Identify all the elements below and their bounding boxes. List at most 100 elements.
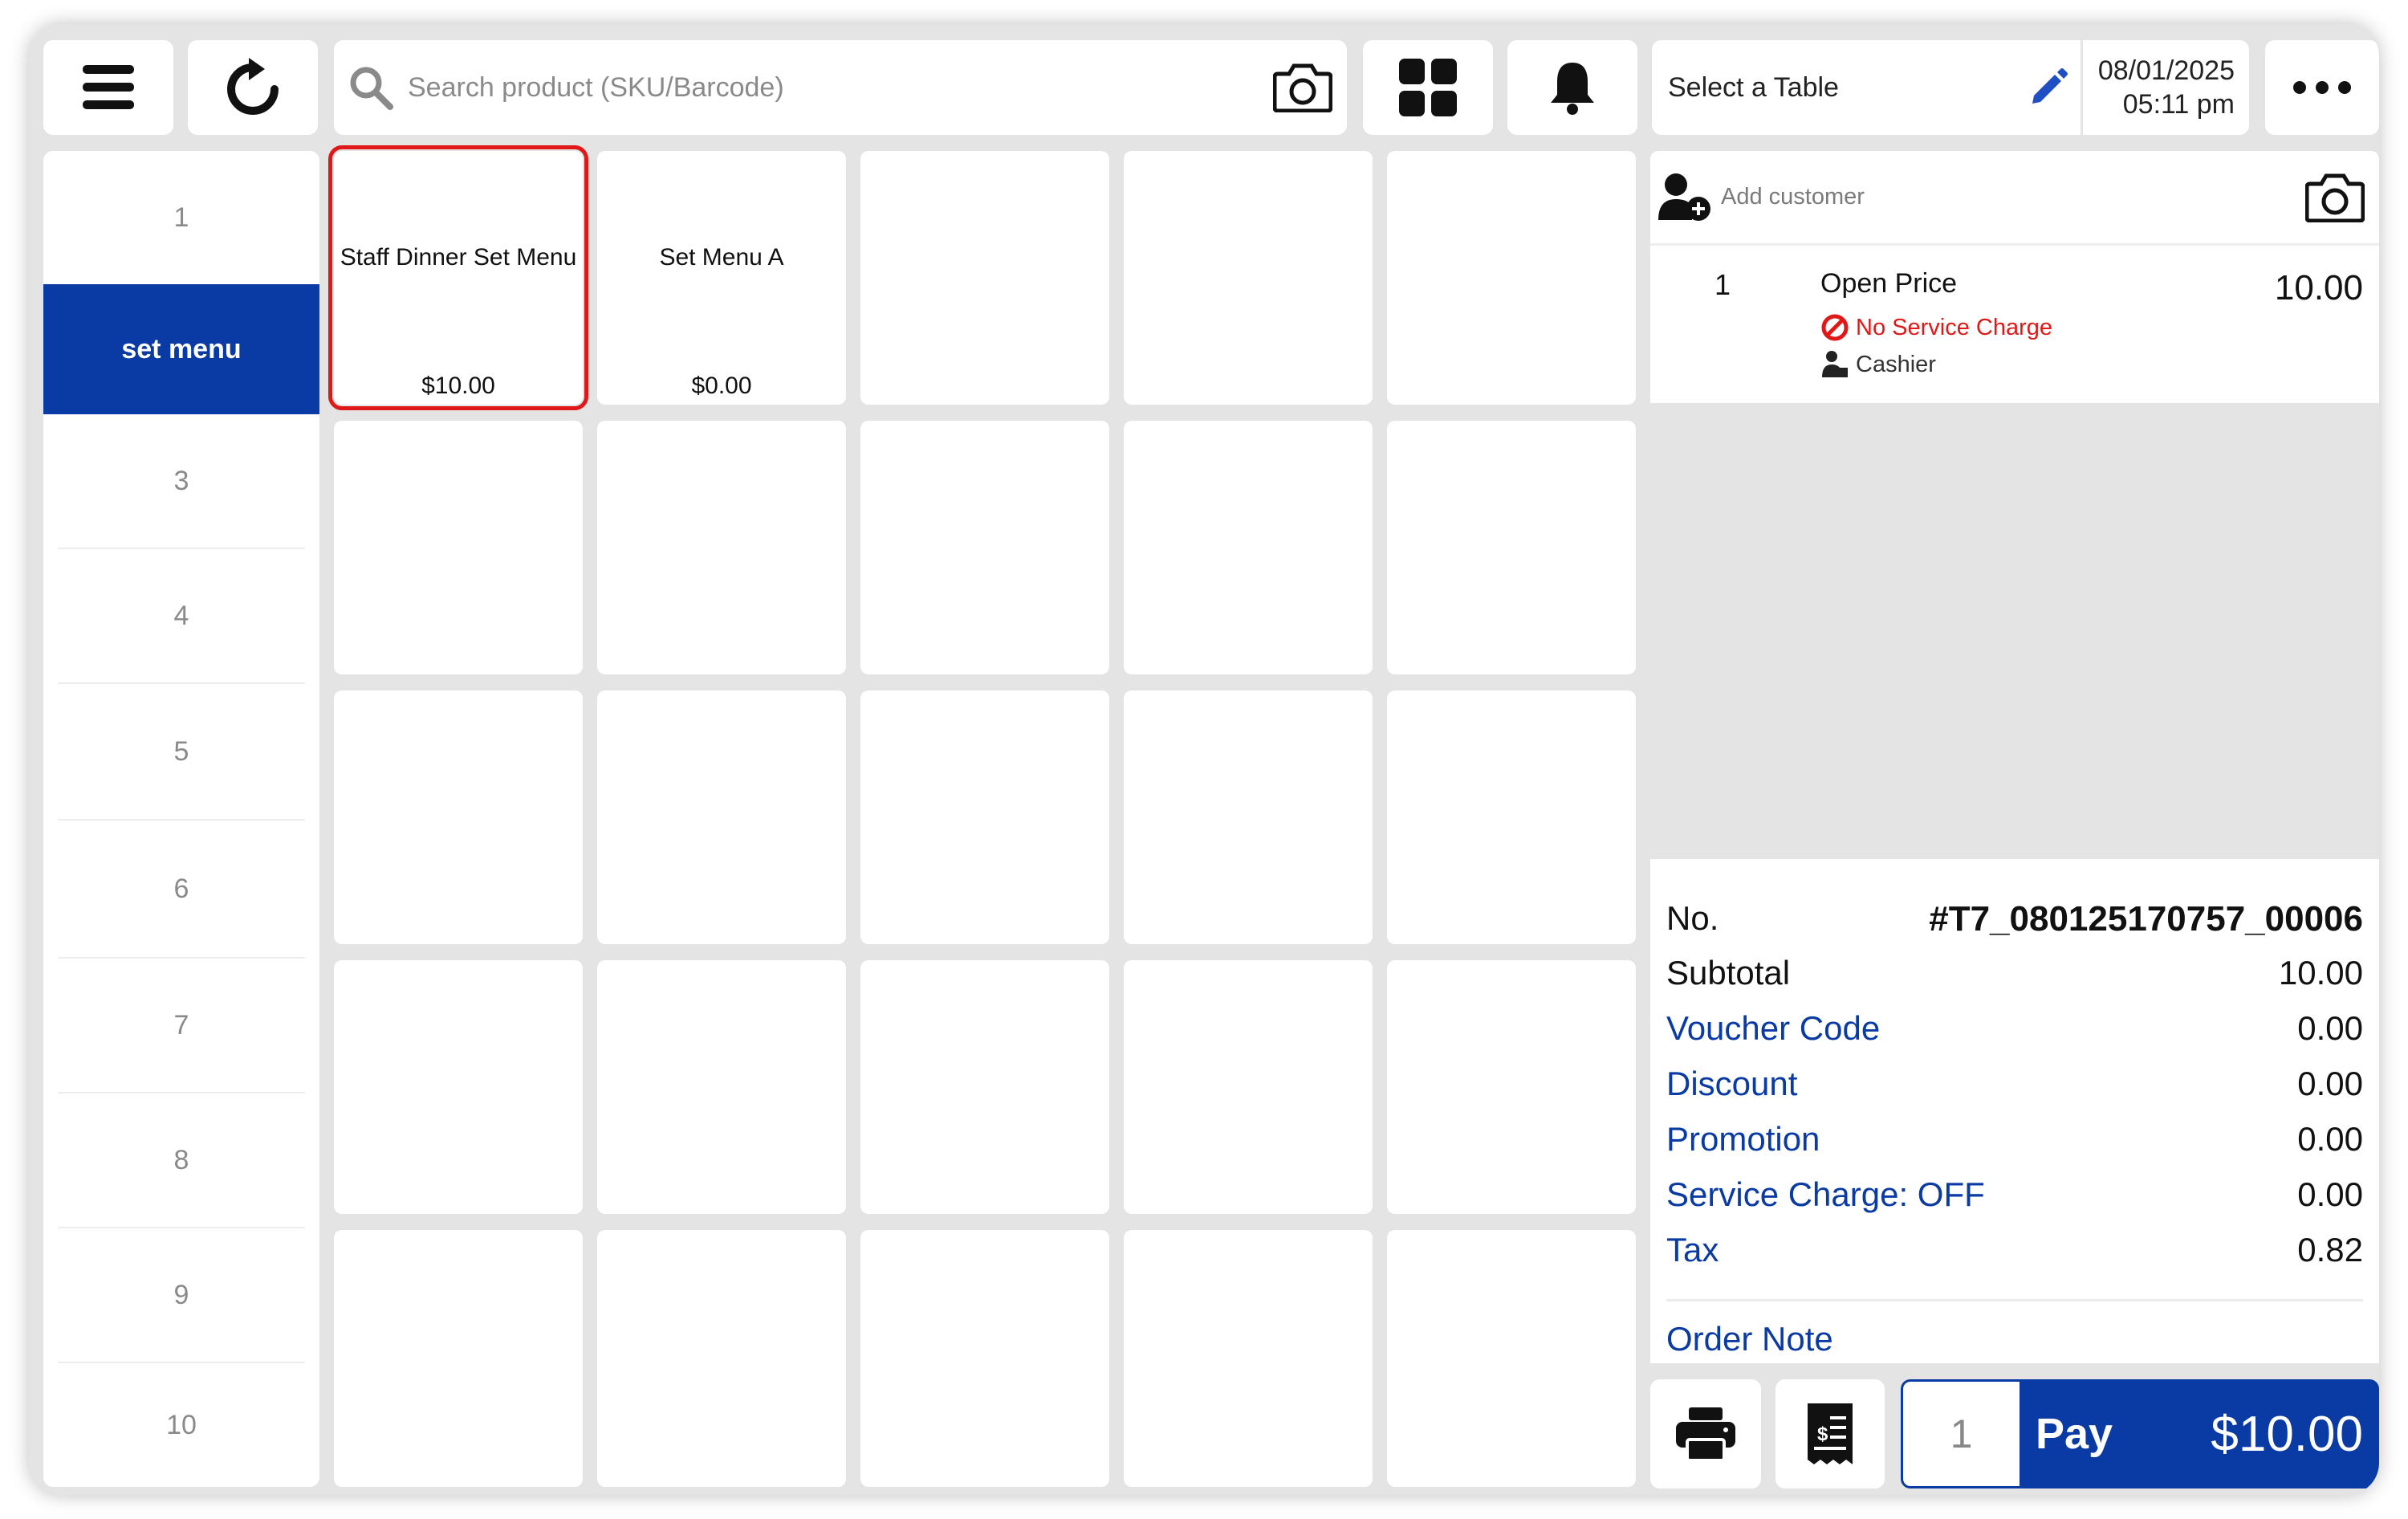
empty-tile[interactable]	[1387, 960, 1636, 1214]
product-price: $10.00	[421, 373, 495, 399]
voucher-row[interactable]: Voucher Code 0.00	[1666, 1009, 2363, 1048]
customer-scan-button[interactable]	[2305, 173, 2365, 222]
category-item[interactable]: 3	[43, 414, 319, 548]
pos-window: Search product (SKU/Barcode) Select a Ta…	[29, 24, 2379, 1495]
category-item[interactable]: 9	[43, 1228, 319, 1362]
empty-tile[interactable]	[860, 1230, 1109, 1487]
service-charge-link[interactable]: Service Charge: OFF	[1666, 1175, 1985, 1214]
order-note-row[interactable]: Order Note	[1666, 1320, 2363, 1358]
product-tile[interactable]: Staff Dinner Set Menu $10.00	[328, 145, 588, 410]
empty-tile[interactable]	[1124, 1230, 1373, 1487]
subtotal-label: Subtotal	[1666, 954, 1791, 992]
grid-icon	[1399, 59, 1457, 116]
cart-item-staff: Cashier	[1820, 350, 1936, 379]
bill-button[interactable]: $	[1775, 1379, 1885, 1488]
voucher-code-link[interactable]: Voucher Code	[1666, 1009, 1880, 1048]
category-item[interactable]: 7	[43, 959, 319, 1092]
category-list: 1 set menu 3 4 5 6 7 8 9 10	[43, 151, 319, 1487]
table-label[interactable]: Select a Table	[1668, 72, 2016, 104]
pay-label: Pay	[2036, 1410, 2113, 1458]
time-text: 05:11 pm	[2122, 89, 2235, 120]
table-selector[interactable]: Select a Table 08/01/2025 05:11 pm	[1652, 40, 2249, 135]
empty-tile[interactable]	[1387, 421, 1636, 674]
category-item[interactable]: 1	[43, 151, 319, 284]
cart-item-name: Open Price	[1820, 268, 1958, 299]
category-item[interactable]: 10	[43, 1363, 319, 1487]
product-name: Staff Dinner Set Menu	[340, 244, 577, 271]
search-icon	[350, 67, 393, 110]
category-item[interactable]: 8	[43, 1093, 319, 1227]
empty-tile[interactable]	[597, 960, 846, 1214]
voucher-value: 0.00	[2297, 1009, 2363, 1047]
product-name: Set Menu A	[659, 244, 784, 271]
notifications-button[interactable]	[1507, 40, 1637, 135]
cart-item-qty: 1	[1714, 268, 1731, 301]
empty-tile[interactable]	[1387, 690, 1636, 944]
category-label: 8	[173, 1144, 189, 1175]
search-input[interactable]: Search product (SKU/Barcode)	[408, 72, 1273, 104]
discount-link[interactable]: Discount	[1666, 1065, 1797, 1103]
subtotal-value: 10.00	[2278, 954, 2363, 992]
empty-tile[interactable]	[1124, 690, 1373, 944]
pay-button[interactable]: Pay $10.00	[2020, 1379, 2379, 1488]
order-summary: No. #T7_080125170757_00006 Subtotal 10.0…	[1650, 859, 2379, 1363]
tax-label: Tax	[1666, 1231, 1719, 1269]
empty-tile[interactable]	[860, 960, 1109, 1214]
category-item[interactable]: 6	[43, 821, 319, 957]
category-item[interactable]: 4	[43, 549, 319, 682]
empty-tile[interactable]	[597, 690, 846, 944]
empty-tile[interactable]	[334, 960, 583, 1214]
subtotal-row: Subtotal 10.00	[1666, 954, 2363, 992]
pencil-icon	[2032, 68, 2068, 104]
service-charge-row[interactable]: Service Charge: OFF 0.00	[1666, 1175, 2363, 1214]
category-label: 6	[173, 873, 189, 904]
category-label: 1	[173, 202, 189, 233]
cart-item-note: No Service Charge	[1820, 313, 2052, 342]
empty-tile[interactable]	[860, 421, 1109, 674]
bell-icon	[1551, 63, 1594, 115]
empty-tile[interactable]	[597, 421, 846, 674]
empty-tile[interactable]	[1387, 151, 1636, 405]
promotion-value: 0.00	[2297, 1120, 2363, 1158]
cart-item-staff-text: Cashier	[1856, 351, 1936, 377]
empty-tile[interactable]	[860, 151, 1109, 405]
promotion-link[interactable]: Promotion	[1666, 1120, 1820, 1159]
empty-tile[interactable]	[1124, 960, 1373, 1214]
category-item-set-menu[interactable]: set menu	[43, 284, 319, 414]
empty-tile[interactable]	[1124, 421, 1373, 674]
empty-tile[interactable]	[334, 690, 583, 944]
print-button[interactable]	[1650, 1379, 1761, 1488]
empty-tile[interactable]	[860, 690, 1109, 944]
order-number-label: No.	[1666, 899, 1719, 937]
order-note-link[interactable]: Order Note	[1666, 1320, 1833, 1358]
product-price: $0.00	[691, 373, 752, 399]
product-tile[interactable]: Set Menu A $0.00	[597, 151, 846, 405]
camera-icon	[1273, 63, 1332, 112]
camera-icon	[2305, 173, 2365, 222]
search-bar[interactable]: Search product (SKU/Barcode)	[334, 40, 1347, 135]
datetime-display: 08/01/2025 05:11 pm	[2081, 40, 2249, 135]
date-text: 08/01/2025	[2097, 55, 2235, 86]
pay-amount: $10.00	[2211, 1406, 2363, 1462]
edit-table-button[interactable]	[2016, 67, 2081, 108]
category-label: 3	[173, 465, 189, 496]
empty-tile[interactable]	[334, 421, 583, 674]
category-item[interactable]: 5	[43, 684, 319, 819]
empty-tile[interactable]	[1387, 1230, 1636, 1487]
add-customer-row[interactable]: Add customer	[1650, 151, 2379, 246]
menu-button[interactable]	[43, 40, 173, 135]
empty-tile[interactable]	[334, 1230, 583, 1487]
pay-quantity-input[interactable]: 1	[1901, 1379, 2020, 1488]
camera-scan-button[interactable]	[1273, 63, 1332, 112]
add-customer-label[interactable]: Add customer	[1721, 184, 2305, 210]
more-options-button[interactable]	[2265, 40, 2379, 135]
discount-row[interactable]: Discount 0.00	[1666, 1065, 2363, 1103]
grid-view-button[interactable]	[1363, 40, 1493, 135]
category-label: 10	[166, 1409, 197, 1440]
empty-tile[interactable]	[597, 1230, 846, 1487]
refresh-button[interactable]	[188, 40, 318, 135]
tax-row: Tax 0.82	[1666, 1231, 2363, 1269]
promotion-row[interactable]: Promotion 0.00	[1666, 1120, 2363, 1159]
tax-value: 0.82	[2297, 1231, 2363, 1269]
empty-tile[interactable]	[1124, 151, 1373, 405]
